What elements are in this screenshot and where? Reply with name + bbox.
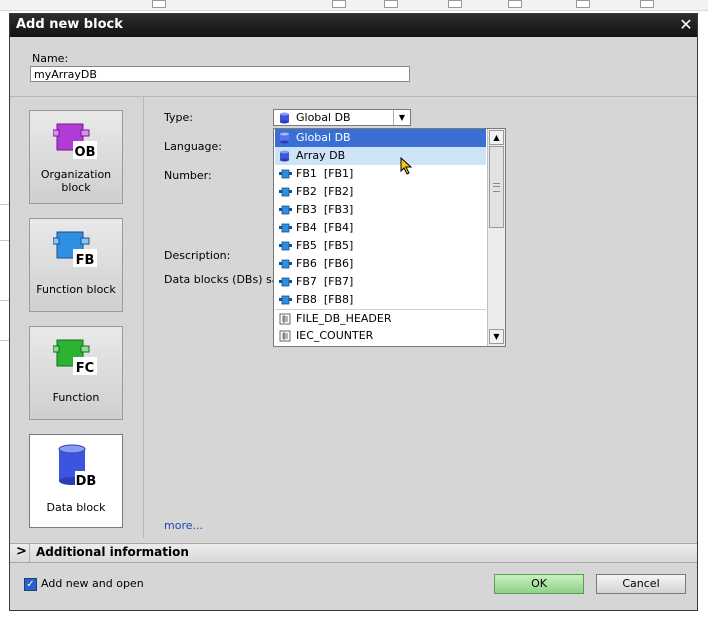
fb-icon <box>279 241 292 251</box>
dropdown-item-label: Global DB <box>296 131 351 144</box>
fb-icon <box>279 169 292 179</box>
dropdown-item-fb3[interactable]: FB3 [FB3] <box>275 201 486 219</box>
udt-icon <box>279 330 291 342</box>
function-label: Function <box>52 391 100 404</box>
add-new-and-open-checkbox[interactable]: ✓ <box>24 578 37 591</box>
organization-block-button[interactable]: OB Organization block <box>29 110 123 204</box>
fb-icon: FB <box>53 231 97 268</box>
additional-information-label: Additional information <box>36 545 189 559</box>
data-block-button[interactable]: DB Data block <box>29 434 123 528</box>
background-grid <box>0 0 708 11</box>
type-select-value: Global DB <box>296 111 351 124</box>
dropdown-item-label: Array DB <box>296 149 346 162</box>
mouse-cursor-icon <box>400 157 413 175</box>
dropdown-item-array-db[interactable]: Array DB <box>275 147 486 165</box>
language-label: Language: <box>164 140 222 153</box>
background-cell <box>508 0 522 8</box>
background-cell <box>152 0 166 8</box>
background-cell <box>576 0 590 8</box>
dropdown-item-global-db[interactable]: Global DB <box>275 129 486 147</box>
description-label: Description: <box>164 249 231 262</box>
dropdown-item-fb7[interactable]: FB7 [FB7] <box>275 273 486 291</box>
fb-icon <box>279 223 292 233</box>
function-button[interactable]: FC Function <box>29 326 123 420</box>
dropdown-item-label: FB3 [FB3] <box>296 203 354 216</box>
fb-icon <box>279 277 292 287</box>
dbs-info-label: Data blocks (DBs) sa <box>164 273 279 286</box>
background-cell <box>448 0 462 8</box>
type-label: Type: <box>164 111 193 124</box>
number-label: Number: <box>164 169 212 182</box>
db-icon <box>280 132 289 144</box>
close-button[interactable]: ✕ <box>677 16 695 34</box>
db-icon <box>280 112 289 124</box>
dropdown-item-fb6[interactable]: FB6 [FB6] <box>275 255 486 273</box>
chevron-down-icon[interactable]: ▼ <box>393 110 410 125</box>
scroll-down-button[interactable]: ▼ <box>489 329 504 344</box>
fb-icon <box>279 187 292 197</box>
scroll-thumb[interactable] <box>489 146 504 228</box>
dropdown-item-label: FB5 [FB5] <box>296 239 354 252</box>
db-icon <box>280 150 289 162</box>
dropdown-item-fb2[interactable]: FB2 [FB2] <box>275 183 486 201</box>
dropdown-item-iec-counter[interactable]: IEC_COUNTER <box>275 327 486 345</box>
background-cell <box>640 0 654 8</box>
udt-icon <box>279 313 291 325</box>
dialog-title: Add new block <box>16 17 123 32</box>
dropdown-item-label: FB1 [FB1] <box>296 167 354 180</box>
add-new-and-open-label[interactable]: Add new and open <box>41 577 144 590</box>
dropdown-item-label: FILE_DB_HEADER <box>296 312 392 325</box>
fc-icon: FC <box>53 339 97 376</box>
ok-button[interactable]: OK <box>494 574 584 594</box>
dropdown-item-label: IEC_COUNTER <box>296 329 374 342</box>
dropdown-item-file-db-header[interactable]: FILE_DB_HEADER <box>275 309 486 328</box>
dropdown-item-fb4[interactable]: FB4 [FB4] <box>275 219 486 237</box>
fb-icon <box>279 259 292 269</box>
dropdown-scrollbar[interactable]: ▲ ▼ <box>487 129 505 346</box>
db-tag: DB <box>76 474 97 489</box>
add-new-block-dialog: Add new block ✕ Name: OB Organization bl… <box>9 13 698 611</box>
fc-tag: FC <box>76 361 94 376</box>
type-select[interactable]: Global DB ▼ <box>273 109 411 126</box>
background-cell <box>384 0 398 8</box>
dropdown-item-label: FB6 [FB6] <box>296 257 354 270</box>
ob-tag: OB <box>75 145 96 160</box>
dropdown-item-fb1[interactable]: FB1 [FB1] <box>275 165 486 183</box>
dropdown-item-label: FB7 [FB7] <box>296 275 354 288</box>
divider-vertical <box>143 96 144 538</box>
fb-icon <box>279 205 292 215</box>
additional-information-bar[interactable]: > Additional information <box>10 543 697 563</box>
function-block-label: Function block <box>36 283 116 296</box>
scroll-up-button[interactable]: ▲ <box>489 130 504 145</box>
fb-icon <box>279 295 292 305</box>
dialog-titlebar: Add new block ✕ <box>10 14 697 37</box>
db-icon: DB <box>58 444 97 489</box>
divider <box>29 544 30 562</box>
background-cell <box>332 0 346 8</box>
fb-tag: FB <box>76 253 95 268</box>
grip-icon <box>493 183 500 192</box>
dropdown-item-fb5[interactable]: FB5 [FB5] <box>275 237 486 255</box>
more-link[interactable]: more... <box>164 519 203 532</box>
data-block-label: Data block <box>46 501 106 514</box>
name-input[interactable] <box>30 66 410 82</box>
divider <box>10 96 697 97</box>
chevron-right-icon[interactable]: > <box>16 544 27 559</box>
dropdown-item-fb8[interactable]: FB8 [FB8] <box>275 291 486 309</box>
name-label: Name: <box>32 52 69 65</box>
dropdown-item-label: FB2 [FB2] <box>296 185 354 198</box>
dropdown-item-label: FB4 [FB4] <box>296 221 354 234</box>
cancel-button[interactable]: Cancel <box>596 574 686 594</box>
type-dropdown-list[interactable]: Global DB Array DB FB1 [FB1] FB2 [FB2] F… <box>273 128 506 347</box>
function-block-button[interactable]: FB Function block <box>29 218 123 312</box>
dropdown-item-label: FB8 [FB8] <box>296 293 354 306</box>
organization-block-label: Organization block <box>40 168 112 194</box>
ob-icon: OB <box>53 123 97 160</box>
